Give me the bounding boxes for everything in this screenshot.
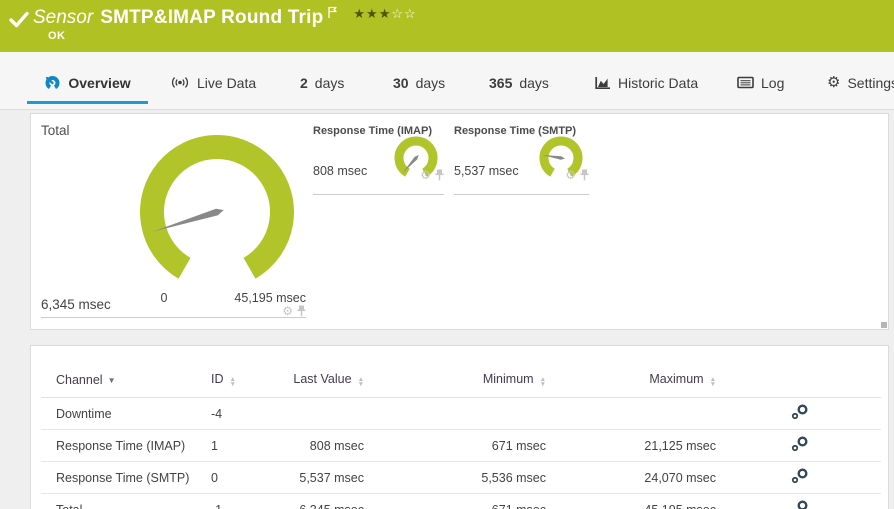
total-gauge-pin-icon[interactable] [297,305,306,317]
sensor-title-line: Sensor SMTP&IMAP Round Trip ★★★☆☆ [33,5,417,31]
tab-settings-label: Settings [847,74,894,91]
imap-gauge-pin-icon[interactable] [435,169,444,181]
tab-2-days-number: 2 [300,74,308,91]
tab-live-data[interactable]: Live Data [170,64,256,101]
table-row-response-time-imap: Response Time (IMAP) 1 808 msec 671 msec… [41,429,881,462]
tab-live-data-label: Live Data [197,74,257,91]
channel-maximum [558,397,728,430]
total-gauge-value: 6,345 msec [41,297,111,312]
channel-last-value [261,397,376,430]
channel-maximum: 45,195 msec [558,493,728,509]
favorite-flag-icon[interactable] [327,6,339,19]
channels-panel: Channel ▼ ID ▲ ▼ Last Value ▲ ▼ Minimum ▲ ▼ Max… [30,345,889,509]
column-header-edit [728,366,881,398]
tab-historic-data-label: Historic Data [618,74,699,91]
channels-header-row: Channel ▼ ID ▲ ▼ Last Value ▲ ▼ Minimum ▲ ▼ Max… [41,366,881,398]
tab-30-days-number: 30 [393,74,409,91]
ok-checkmark-icon [9,11,29,28]
channels-table: Channel ▼ ID ▲ ▼ Last Value ▲ ▼ Minimum ▲ ▼ Max… [41,366,881,509]
smtp-gauge-tile: Response Time (SMTP) 5,537 msec ⚙ [454,125,589,195]
total-gauge-scale-min: 0 [160,291,168,305]
tab-365-days-number: 365 [489,74,513,91]
sort-icon: ▲ ▼ [539,376,546,388]
prtg-sensor-page: Sensor SMTP&IMAP Round Trip ★★★☆☆ OK Ove… [0,0,894,509]
column-header-id[interactable]: ID ▲ ▼ [211,366,261,398]
priority-stars-empty[interactable]: ☆☆ [391,6,416,21]
priority-stars-filled[interactable]: ★★★ [353,6,391,21]
channel-id: -4 [211,397,261,430]
channel-maximum: 21,125 msec [558,429,728,462]
channel-maximum: 24,070 msec [558,461,728,494]
tab-365-days-label: days [519,74,549,91]
channel-minimum [376,397,558,430]
table-row-total: Total -1 6,345 msec 671 msec 45,195 msec [41,493,881,509]
tab-overview-label: Overview [68,74,131,91]
tab-bar: Overview Live Data 2 days 30 days 365 da… [0,52,894,110]
log-list-icon [737,76,754,89]
channel-last-value: 6,345 msec [261,493,376,509]
column-header-maximum[interactable]: Maximum ▲ ▼ [558,366,728,398]
priority-stars[interactable]: ★★★☆☆ [353,7,416,21]
imap-gauge-needle [402,155,419,173]
total-gauge-settings-icon[interactable]: ⚙ [282,305,293,317]
tab-historic-data[interactable]: Historic Data [595,64,698,101]
status-badge: OK [48,30,66,42]
sort-icon: ▲ ▼ [357,376,364,388]
channel-id: 0 [211,461,261,494]
edit-channel-gears-icon[interactable] [791,500,808,509]
tab-settings[interactable]: ⚙ Settings [827,64,894,101]
gauges-panel: Total 0 45,195 msec 6,345 msec ⚙ Respons… [30,113,889,330]
channel-name: Response Time (SMTP) [41,461,211,494]
page-title: SMTP&IMAP Round Trip [100,7,324,28]
channel-id: 1 [211,429,261,462]
table-row-response-time-smtp: Response Time (SMTP) 0 5,537 msec 5,536 … [41,461,881,494]
total-gauge-title: Total [41,123,70,138]
channel-id: -1 [211,493,261,509]
sensor-kind-label: Sensor [33,7,94,28]
channel-minimum: 671 msec [376,493,558,509]
table-row-downtime: Downtime -4 [41,397,881,430]
channel-minimum: 671 msec [376,429,558,462]
channel-last-value: 5,537 msec [261,461,376,494]
channel-name: Downtime [41,397,211,430]
gear-icon: ⚙ [827,73,841,91]
smtp-gauge-settings-icon[interactable]: ⚙ [565,169,576,181]
imap-gauge-settings-icon[interactable]: ⚙ [420,169,431,181]
tab-log-label: Log [761,74,785,91]
tab-365-days[interactable]: 365 days [489,64,549,101]
channel-minimum: 5,536 msec [376,461,558,494]
total-tile-divider [41,317,306,318]
tab-30-days[interactable]: 30 days [393,64,445,101]
smtp-tile-divider [454,194,589,195]
total-gauge-scale-max: 45,195 msec [234,291,306,305]
sort-icon: ▲ ▼ [709,376,716,388]
edit-channel-gears-icon[interactable] [791,468,808,487]
tab-overview[interactable]: Overview [27,64,148,104]
sort-desc-icon: ▼ [107,375,116,385]
column-header-last-value[interactable]: Last Value ▲ ▼ [261,366,376,398]
imap-gauge-value: 808 msec [313,164,368,178]
tab-2-days-label: days [314,74,345,91]
gauge-icon [45,76,60,90]
area-chart-icon [595,76,610,89]
edit-channel-gears-icon[interactable] [791,436,808,455]
total-gauge [140,135,294,279]
edit-channel-gears-icon[interactable] [791,404,808,423]
column-header-channel[interactable]: Channel ▼ [41,366,211,398]
channel-name: Response Time (IMAP) [41,429,211,462]
sort-icon: ▲ ▼ [229,376,236,388]
smtp-gauge-pin-icon[interactable] [580,169,589,181]
imap-tile-divider [313,194,444,195]
tab-log[interactable]: Log [737,64,784,101]
broadcast-icon [171,77,189,88]
channel-last-value: 808 msec [261,429,376,462]
column-header-minimum[interactable]: Minimum ▲ ▼ [376,366,558,398]
smtp-gauge-value: 5,537 msec [454,164,519,178]
panel-resize-grip[interactable] [881,322,887,328]
sensor-header: Sensor SMTP&IMAP Round Trip ★★★☆☆ OK [0,0,894,52]
tab-2-days[interactable]: 2 days [300,64,344,101]
imap-gauge-tile: Response Time (IMAP) 808 msec ⚙ [313,125,444,195]
channel-name: Total [41,493,211,509]
tab-30-days-label: days [415,74,446,91]
